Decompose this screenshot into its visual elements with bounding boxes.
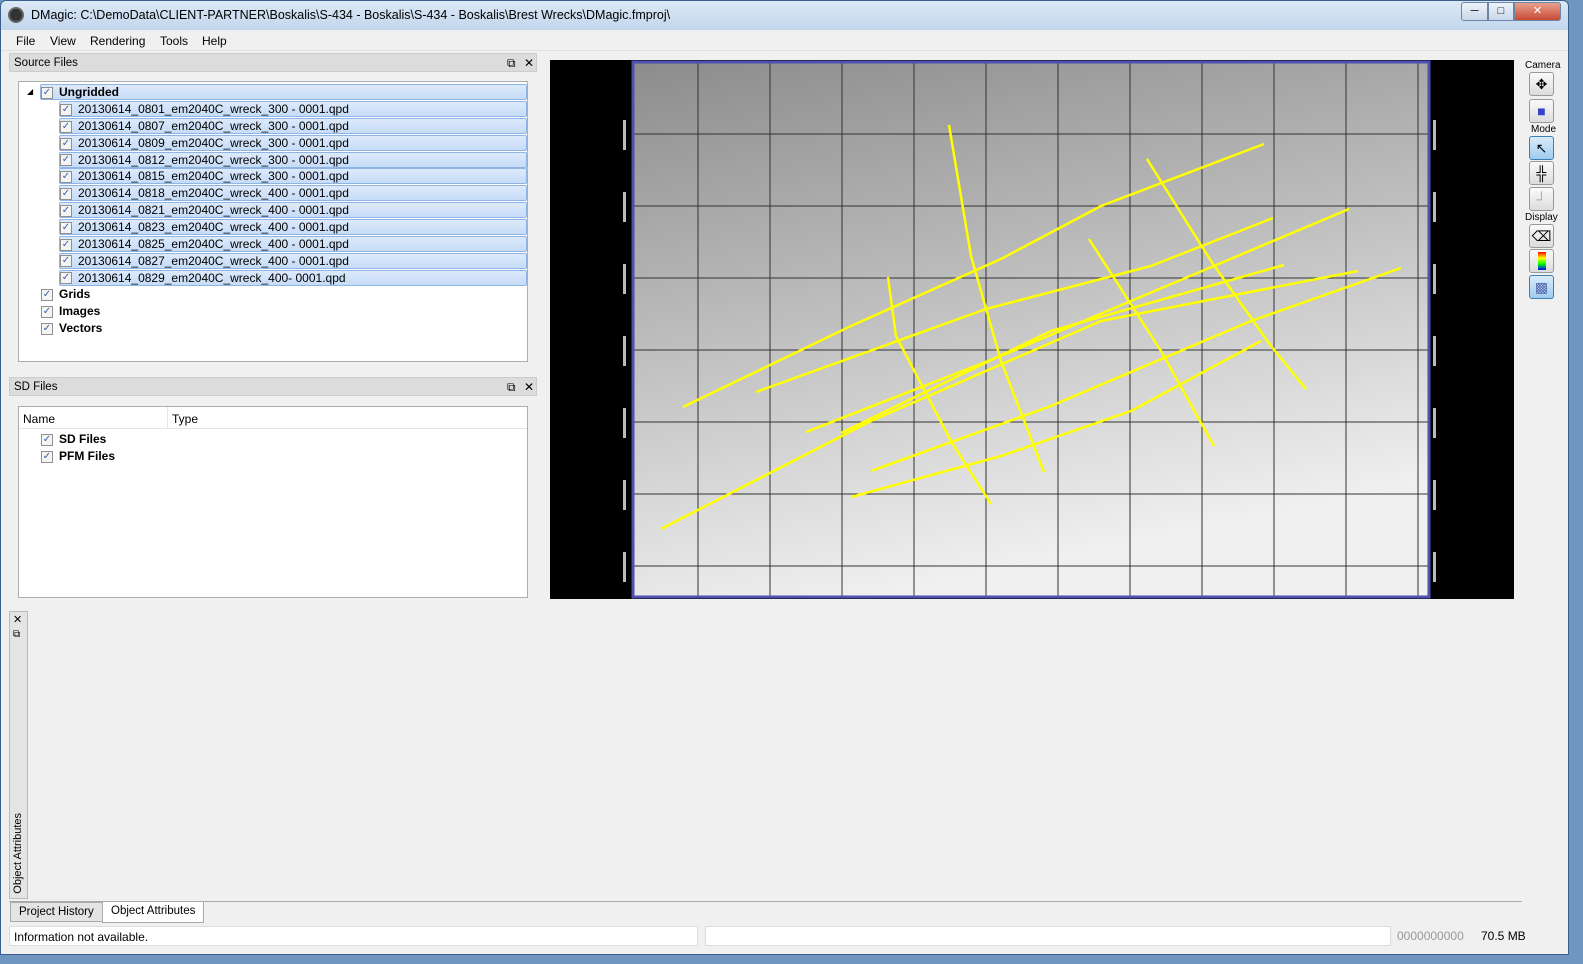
- column-header-row: Name Type: [19, 407, 527, 429]
- tree-item-pfm-files[interactable]: ✓ PFM Files: [41, 449, 115, 465]
- status-message: Information not available.: [9, 926, 698, 946]
- checkbox[interactable]: ✓: [60, 221, 72, 234]
- checkbox[interactable]: ✓: [41, 450, 53, 463]
- sd-files-tree: Name Type ✓ SD Files ✓ PFM Files: [18, 406, 528, 598]
- axis-label-glyph: [1433, 264, 1436, 294]
- checkbox[interactable]: ✓: [60, 171, 72, 184]
- checkbox[interactable]: ✓: [60, 255, 72, 268]
- menu-rendering[interactable]: Rendering: [90, 34, 145, 48]
- axis-label-glyph: [623, 192, 626, 222]
- tree-item-images[interactable]: ✓ Images: [41, 304, 100, 320]
- axis-label-glyph: [1433, 408, 1436, 438]
- display-label: Display: [1525, 212, 1558, 223]
- collapse-arrow-icon[interactable]: ◢: [27, 87, 33, 96]
- map-viewport[interactable]: [550, 60, 1514, 599]
- mode-label: Mode: [1531, 124, 1557, 135]
- menu-help[interactable]: Help: [202, 34, 227, 48]
- checkbox[interactable]: ✓: [60, 238, 72, 251]
- tree-item-file[interactable]: ✓ 20130614_0829_em2040C_wreck_400- 0001.q…: [59, 269, 527, 286]
- close-button[interactable]: ✕: [1514, 2, 1561, 21]
- float-icon[interactable]: ⧉: [507, 380, 516, 395]
- app-icon: [8, 7, 24, 23]
- checkbox[interactable]: ✓: [60, 120, 72, 133]
- close-icon[interactable]: ✕: [524, 56, 534, 70]
- tree-item-file[interactable]: ✓ 20130614_0812_em2040C_wreck_300 - 0001.…: [59, 151, 527, 168]
- checkbox[interactable]: ✓: [60, 204, 72, 217]
- memory-usage: 70.5 MB: [1481, 929, 1526, 943]
- float-icon[interactable]: ⧉: [507, 56, 516, 71]
- viewport-canvas[interactable]: [550, 60, 1514, 599]
- sd-files-header: SD Files ⧉ ✕: [9, 377, 537, 396]
- axis-label-glyph: [623, 120, 626, 150]
- tab-object-attributes[interactable]: Object Attributes: [102, 902, 205, 923]
- checkbox[interactable]: ✓: [60, 103, 72, 116]
- title-bar: DMagic: C:\DemoData\CLIENT-PARTNER\Boska…: [1, 1, 1568, 30]
- tree-item-file[interactable]: ✓ 20130614_0815_em2040C_wreck_300 - 0001.…: [59, 168, 527, 185]
- checkbox[interactable]: ✓: [41, 288, 53, 301]
- tree-item-ungridded[interactable]: ✓ Ungridded: [40, 84, 527, 100]
- checkbox[interactable]: ✓: [41, 305, 53, 318]
- dock-tab-label[interactable]: Object Attributes: [12, 813, 24, 894]
- tree-item-file[interactable]: ✓ 20130614_0821_em2040C_wreck_400 - 0001.…: [59, 202, 527, 219]
- checkbox[interactable]: ✓: [60, 272, 72, 285]
- app-window: DMagic: C:\DemoData\CLIENT-PARTNER\Boska…: [0, 0, 1569, 955]
- eraser-icon[interactable]: ⌫: [1529, 224, 1554, 248]
- status-counter: 0000000000: [1397, 929, 1464, 943]
- tree-item-file[interactable]: ✓ 20130614_0825_em2040C_wreck_400 - 0001.…: [59, 235, 527, 252]
- axis-label-glyph: [623, 480, 626, 510]
- checkbox[interactable]: ✓: [41, 322, 53, 335]
- source-files-title: Source Files: [14, 57, 78, 69]
- tree-item-file[interactable]: ✓ 20130614_0818_em2040C_wreck_400 - 0001.…: [59, 185, 527, 202]
- status-field: [705, 926, 1391, 946]
- camera-orbit-icon[interactable]: ✥: [1529, 72, 1554, 96]
- axis-label-glyph: [1433, 336, 1436, 366]
- camera-object-icon[interactable]: ■: [1529, 99, 1554, 123]
- source-files-tree: ◢ ✓ Ungridded ✓ 20130614_0801_em2040C_wrec…: [18, 81, 528, 362]
- tree-item-vectors[interactable]: ✓ Vectors: [41, 321, 102, 337]
- tab-project-history[interactable]: Project History: [10, 902, 103, 922]
- tree-item-file[interactable]: ✓ 20130614_0807_em2040C_wreck_300 - 0001.…: [59, 117, 527, 134]
- close-icon[interactable]: ✕: [13, 613, 22, 626]
- checkbox[interactable]: ✓: [60, 188, 72, 201]
- close-icon[interactable]: ✕: [524, 380, 534, 394]
- tree-item-file[interactable]: ✓ 20130614_0801_em2040C_wreck_300 - 0001.…: [59, 101, 527, 117]
- menu-tools[interactable]: Tools: [160, 34, 188, 48]
- axis-label-glyph: [1433, 552, 1436, 582]
- axis-label-glyph: [623, 552, 626, 582]
- checkbox[interactable]: ✓: [41, 433, 53, 446]
- crosshair-icon[interactable]: ╬: [1529, 161, 1554, 185]
- camera-label: Camera: [1525, 60, 1561, 71]
- checkbox[interactable]: ✓: [41, 86, 53, 99]
- menu-file[interactable]: File: [16, 34, 35, 48]
- window-title: DMagic: C:\DemoData\CLIENT-PARTNER\Boska…: [31, 8, 671, 22]
- select-pointer-icon[interactable]: ↖: [1529, 136, 1554, 160]
- float-icon[interactable]: ⧉: [13, 629, 20, 640]
- sd-files-title: SD Files: [14, 381, 58, 393]
- axis-label-glyph: [623, 408, 626, 438]
- menu-bar: File View Rendering Tools Help: [1, 31, 1568, 51]
- tree-item-file[interactable]: ✓ 20130614_0827_em2040C_wreck_400 - 0001.…: [59, 252, 527, 269]
- column-name[interactable]: Name: [23, 412, 55, 426]
- axis-label-glyph: [623, 336, 626, 366]
- measure-icon[interactable]: ┘: [1529, 187, 1554, 211]
- axis-label-glyph: [1433, 480, 1436, 510]
- bathymetry-surface: [633, 62, 1429, 597]
- column-type[interactable]: Type: [172, 412, 198, 426]
- 3d-box-icon[interactable]: ▩: [1529, 275, 1554, 299]
- axis-label-glyph: [623, 264, 626, 294]
- checkbox[interactable]: ✓: [60, 137, 72, 150]
- checkbox[interactable]: ✓: [60, 154, 72, 167]
- tree-item-file[interactable]: ✓ 20130614_0823_em2040C_wreck_400 - 0001.…: [59, 218, 527, 235]
- source-files-header: Source Files ⧉ ✕: [9, 53, 537, 72]
- menu-view[interactable]: View: [50, 34, 76, 48]
- axis-label-glyph: [1433, 120, 1436, 150]
- tree-item-grids[interactable]: ✓ Grids: [41, 287, 90, 303]
- color-scale-icon[interactable]: [1529, 249, 1554, 273]
- maximize-button[interactable]: □: [1488, 2, 1514, 21]
- axis-label-glyph: [1433, 192, 1436, 222]
- tree-item-file[interactable]: ✓ 20130614_0809_em2040C_wreck_300 - 0001.…: [59, 134, 527, 151]
- minimize-button[interactable]: ─: [1461, 2, 1488, 21]
- object-attributes-dock: ✕ ⧉ Object Attributes: [9, 611, 28, 899]
- tree-item-sd-files[interactable]: ✓ SD Files: [41, 432, 106, 448]
